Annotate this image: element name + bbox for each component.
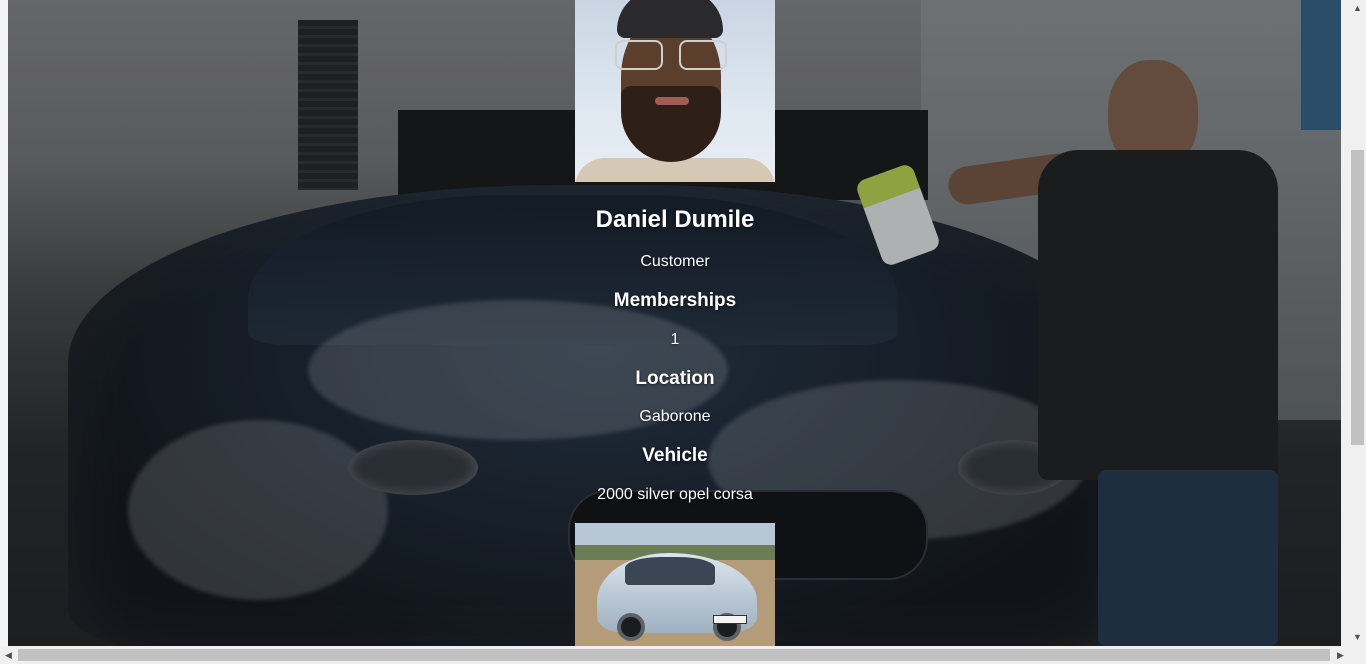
- horizontal-scrollbar[interactable]: ◀ ▶: [0, 646, 1349, 664]
- scroll-down-arrow-icon[interactable]: ▼: [1349, 629, 1366, 646]
- profile-photo: [575, 0, 775, 182]
- memberships-value: 1: [670, 331, 680, 348]
- vehicle-wheel: [617, 613, 645, 641]
- profile-role: Customer: [640, 253, 710, 270]
- location-heading: Location: [635, 368, 715, 389]
- photo-hat: [617, 0, 723, 38]
- vertical-scrollbar[interactable]: ▲ ▼: [1349, 0, 1366, 646]
- scroll-up-arrow-icon[interactable]: ▲: [1349, 0, 1366, 17]
- left-margin: [0, 0, 8, 646]
- vertical-scroll-thumb[interactable]: [1351, 150, 1364, 445]
- location-value: Gaborone: [639, 408, 711, 425]
- memberships-heading: Memberships: [613, 290, 737, 311]
- profile-name: Daniel Dumile: [595, 206, 755, 233]
- scroll-right-arrow-icon[interactable]: ▶: [1332, 646, 1349, 664]
- photo-mouth: [655, 97, 689, 105]
- photo-glasses: [615, 40, 727, 70]
- scroll-left-arrow-icon[interactable]: ◀: [0, 646, 17, 664]
- vehicle-photo: [575, 523, 775, 646]
- vehicle-plate: [713, 615, 747, 624]
- glasses-lens-right: [679, 40, 727, 70]
- browser-viewport: Daniel Dumile Customer Memberships 1 Loc…: [0, 0, 1366, 664]
- vehicle-heading: Vehicle: [642, 445, 708, 466]
- scrollbar-corner: [1349, 646, 1366, 664]
- glasses-lens-left: [615, 40, 663, 70]
- horizontal-scroll-thumb[interactable]: [18, 649, 1330, 661]
- vehicle-value: 2000 silver opel corsa: [597, 486, 753, 503]
- vehicle-window: [625, 557, 715, 585]
- profile-card: Daniel Dumile Customer Memberships 1 Loc…: [570, 0, 780, 646]
